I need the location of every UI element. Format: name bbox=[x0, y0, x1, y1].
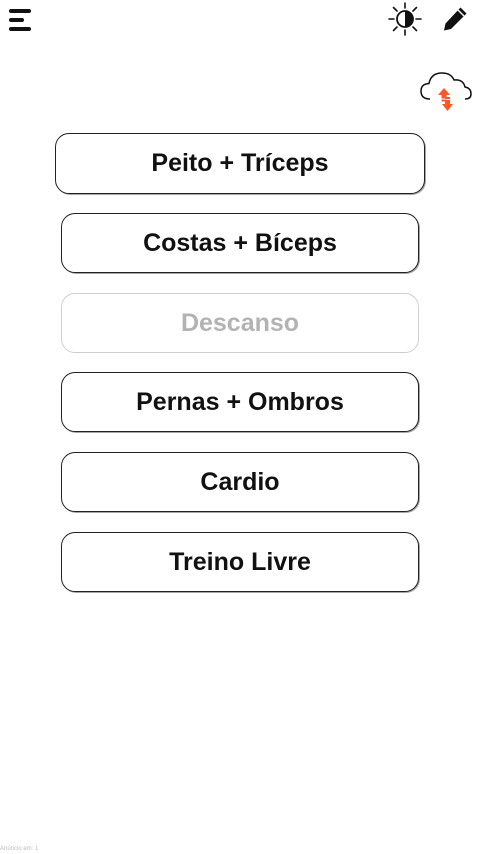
workout-button-descanso: Descanso bbox=[61, 293, 419, 353]
theme-toggle-button[interactable] bbox=[386, 0, 424, 38]
workout-button-treino-livre[interactable]: Treino Livre bbox=[61, 532, 419, 592]
menu-button[interactable] bbox=[2, 2, 38, 38]
workout-button-cardio[interactable]: Cardio bbox=[61, 452, 419, 512]
top-bar bbox=[0, 0, 480, 44]
workout-button-peito-triceps[interactable]: Peito + Tríceps bbox=[55, 133, 425, 194]
pencil-icon bbox=[444, 7, 467, 31]
brightness-contrast-icon bbox=[388, 2, 422, 36]
edit-button[interactable] bbox=[436, 0, 474, 38]
workout-button-costas-biceps[interactable]: Costas + Bíceps bbox=[61, 213, 419, 273]
hamburger-menu-icon bbox=[9, 9, 31, 31]
workout-button-pernas-ombros[interactable]: Pernas + Ombros bbox=[61, 372, 419, 432]
ad-label: Anúncio em: 1 bbox=[0, 846, 39, 852]
cloud-sync-icon bbox=[420, 72, 472, 111]
cloud-sync-button[interactable] bbox=[416, 66, 474, 116]
